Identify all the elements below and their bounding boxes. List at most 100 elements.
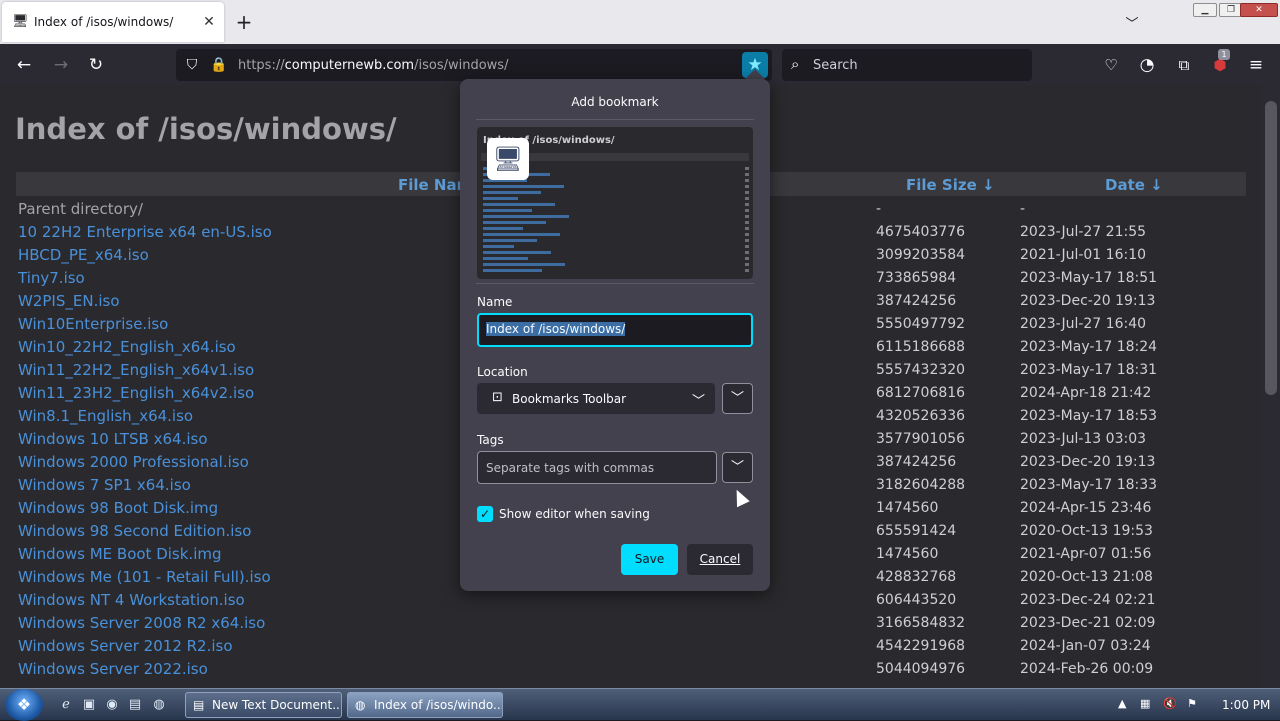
preview-line (483, 221, 546, 224)
file-size: 3166584832 (876, 615, 966, 631)
file-size: 6812706816 (876, 385, 966, 401)
preview-number (745, 203, 749, 206)
tags-input[interactable]: Separate tags with commas (477, 451, 717, 484)
file-link[interactable]: Windows ME Boot Disk.img (18, 545, 222, 563)
pocket-icon[interactable]: ♡ (1101, 55, 1121, 75)
minimize-button[interactable]: ▁ (1193, 3, 1217, 17)
file-date: 2024-Apr-18 21:42 (1020, 385, 1152, 401)
table-row: Windows Server 2022.iso 5044094976 2024-Fe… (0, 659, 1262, 682)
file-link[interactable]: Windows 98 Boot Disk.img (18, 499, 218, 517)
file-link[interactable]: Windows 2000 Professional.iso (18, 453, 249, 471)
search-icon: ⌕ (791, 55, 800, 73)
taskbar-item-notepad[interactable]: ▤ New Text Document.... (185, 692, 342, 718)
extensions-puzzle-icon[interactable]: ⧉ (1174, 55, 1194, 75)
preview-number (745, 239, 749, 242)
file-date: 2020-Oct-13 21:08 (1020, 569, 1153, 585)
file-link[interactable]: Win10_22H2_English_x64.iso (18, 338, 236, 356)
network-icon[interactable]: ▦ (1140, 697, 1150, 710)
preview-line (483, 245, 514, 248)
preview-number (745, 263, 749, 266)
file-date: - (1020, 201, 1026, 217)
taskbar-item-firefox[interactable]: ◍ Index of /isos/windo... (347, 692, 503, 718)
tracking-protection-shield-icon[interactable]: ⛉ (183, 56, 201, 74)
file-link[interactable]: Tiny7.iso (18, 269, 85, 287)
file-date: 2023-Jul-27 21:55 (1020, 224, 1147, 240)
file-size: 4675403776 (876, 224, 966, 240)
file-link[interactable]: 10 22H2 Enterprise x64 en-US.iso (18, 223, 272, 241)
column-header-size[interactable]: File Size ↓ (906, 176, 995, 194)
file-link[interactable]: Windows Me (101 - Retail Full).iso (18, 568, 271, 586)
scrollbar-thumb[interactable] (1265, 101, 1277, 395)
file-link[interactable]: Windows Server 2022.iso (18, 660, 208, 678)
bookmark-name-input[interactable]: Index of /isos/windows/ (477, 313, 753, 347)
file-date: 2023-Dec-20 19:13 (1020, 454, 1156, 470)
file-link[interactable]: Win8.1_English_x64.iso (18, 407, 193, 425)
forward-arrow-icon[interactable]: → (51, 55, 71, 75)
file-size: 428832768 (876, 569, 957, 585)
volume-icon[interactable]: 🔇 (1163, 697, 1177, 710)
preview-line (483, 233, 560, 236)
file-link[interactable]: Windows 10 LTSB x64.iso (18, 430, 208, 448)
file-date: 2020-Oct-13 19:53 (1020, 523, 1153, 539)
file-link[interactable]: Windows Server 2008 R2 x64.iso (18, 614, 265, 632)
expand-tags-button[interactable]: ﹀ (722, 452, 753, 483)
tray-expand-icon[interactable]: ▲ (1118, 697, 1126, 710)
url-host: computernewb.com (284, 58, 415, 73)
file-date: 2023-Dec-24 02:21 (1020, 592, 1156, 608)
ie-icon[interactable]: ℯ (58, 697, 74, 713)
divider (476, 119, 754, 120)
column-header-date[interactable]: Date ↓ (1105, 176, 1163, 194)
file-date: 2021-Apr-07 01:56 (1020, 546, 1152, 562)
show-desktop-icon[interactable]: ▤ (127, 697, 143, 713)
show-editor-checkbox[interactable]: ✓ (477, 506, 493, 522)
page-title: Index of /isos/windows/ (15, 112, 397, 146)
file-size: 1474560 (876, 500, 939, 516)
expand-folders-button[interactable]: ﹀ (722, 383, 753, 414)
lock-icon[interactable]: 🔒 (210, 56, 228, 74)
media-icon[interactable]: ◉ (104, 697, 120, 713)
start-button[interactable]: ❖ (5, 689, 43, 721)
back-arrow-icon[interactable]: ← (14, 55, 34, 75)
file-link[interactable]: Windows NT 4 Workstation.iso (18, 591, 245, 609)
reload-icon[interactable]: ↻ (86, 55, 106, 75)
file-date: 2023-Dec-21 02:09 (1020, 615, 1156, 631)
action-center-flag-icon[interactable]: ⚑ (1187, 697, 1197, 710)
file-link[interactable]: Parent directory/ (18, 200, 143, 218)
clock[interactable]: 1:00 PM (1222, 698, 1270, 712)
preview-number (745, 191, 749, 194)
tab-strip: 🖥 Index of /isos/windows/ ✕ + ﹀ ▁ ❐ ✕ (0, 0, 1280, 44)
tags-label: Tags (477, 433, 504, 447)
file-size: 606443520 (876, 592, 957, 608)
file-date: 2024-Jan-07 03:24 (1020, 638, 1151, 654)
new-tab-button[interactable]: + (234, 12, 254, 32)
file-link[interactable]: Win11_22H2_English_x64v1.iso (18, 361, 254, 379)
file-size: 4320526336 (876, 408, 966, 424)
preview-number (745, 269, 749, 272)
file-link[interactable]: W2PIS_EN.iso (18, 292, 120, 310)
preview-line (483, 185, 564, 188)
file-link[interactable]: HBCD_PE_x64.iso (18, 246, 149, 264)
file-link[interactable]: Win10Enterprise.iso (18, 315, 168, 333)
location-select[interactable]: ⊡ Bookmarks Toolbar ﹀ (477, 383, 715, 414)
file-link[interactable]: Windows 98 Second Edition.iso (18, 522, 251, 540)
close-tab-icon[interactable]: ✕ (200, 13, 218, 31)
account-icon[interactable]: ◔ (1137, 55, 1157, 75)
close-window-button[interactable]: ✕ (1240, 3, 1278, 17)
search-bar[interactable]: ⌕ Search (782, 49, 1032, 81)
file-date: 2024-Apr-15 23:46 (1020, 500, 1152, 516)
firefox-icon[interactable]: ◍ (151, 697, 167, 713)
preview-number (745, 227, 749, 230)
file-date: 2023-Dec-20 19:13 (1020, 293, 1156, 309)
scrollbar[interactable] (1262, 85, 1280, 688)
cancel-button[interactable]: Cancel (687, 544, 753, 575)
file-link[interactable]: Windows 7 SP1 x64.iso (18, 476, 191, 494)
save-button[interactable]: Save (621, 544, 678, 575)
file-size: 3182604288 (876, 477, 966, 493)
menu-hamburger-icon[interactable]: ≡ (1246, 55, 1266, 75)
tab-active[interactable]: 🖥 Index of /isos/windows/ ✕ (2, 2, 224, 42)
address-bar[interactable]: ⛉ 🔒 https://computernewb.com/isos/window… (176, 49, 772, 81)
file-link[interactable]: Win11_23H2_English_x64v2.iso (18, 384, 254, 402)
explorer-icon[interactable]: ▣ (81, 697, 97, 713)
file-link[interactable]: Windows Server 2012 R2.iso (18, 637, 233, 655)
list-all-tabs-chevron-icon[interactable]: ﹀ (1123, 13, 1141, 32)
